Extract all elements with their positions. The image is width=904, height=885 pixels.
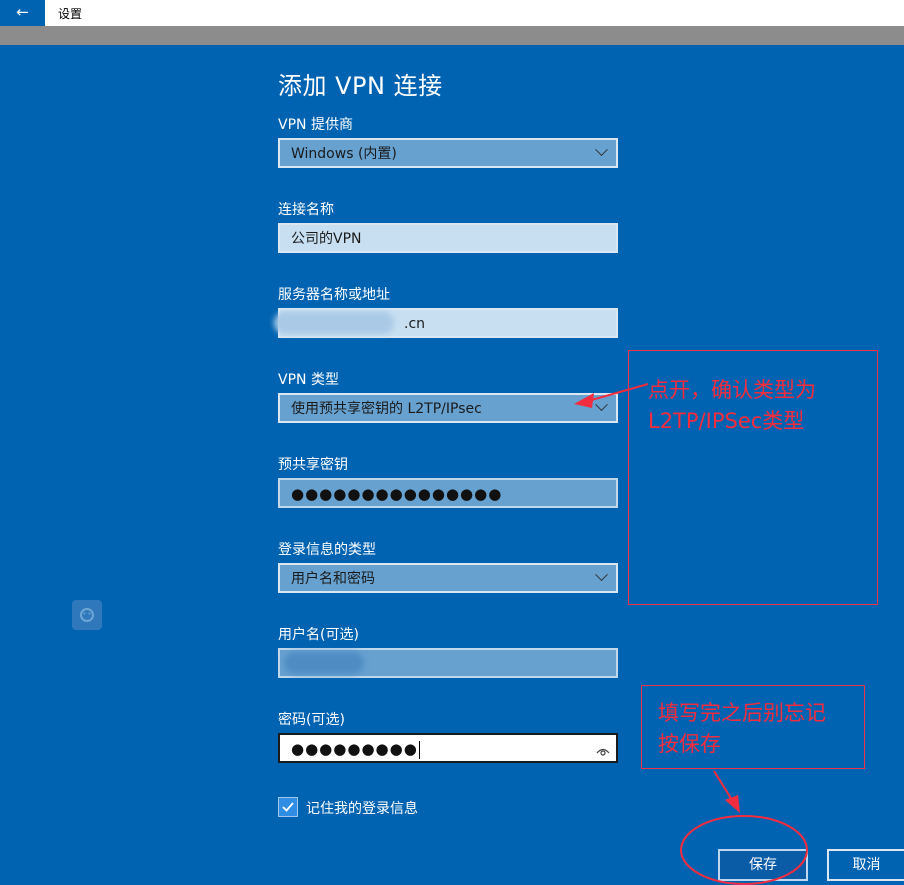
- arrowhead-save: [725, 795, 740, 813]
- annotation-marks: [574, 383, 808, 885]
- arrow-to-save: [713, 770, 733, 801]
- circle-around-save: [680, 815, 808, 885]
- arrowhead-type: [574, 393, 594, 408]
- arrow-to-type: [587, 383, 649, 402]
